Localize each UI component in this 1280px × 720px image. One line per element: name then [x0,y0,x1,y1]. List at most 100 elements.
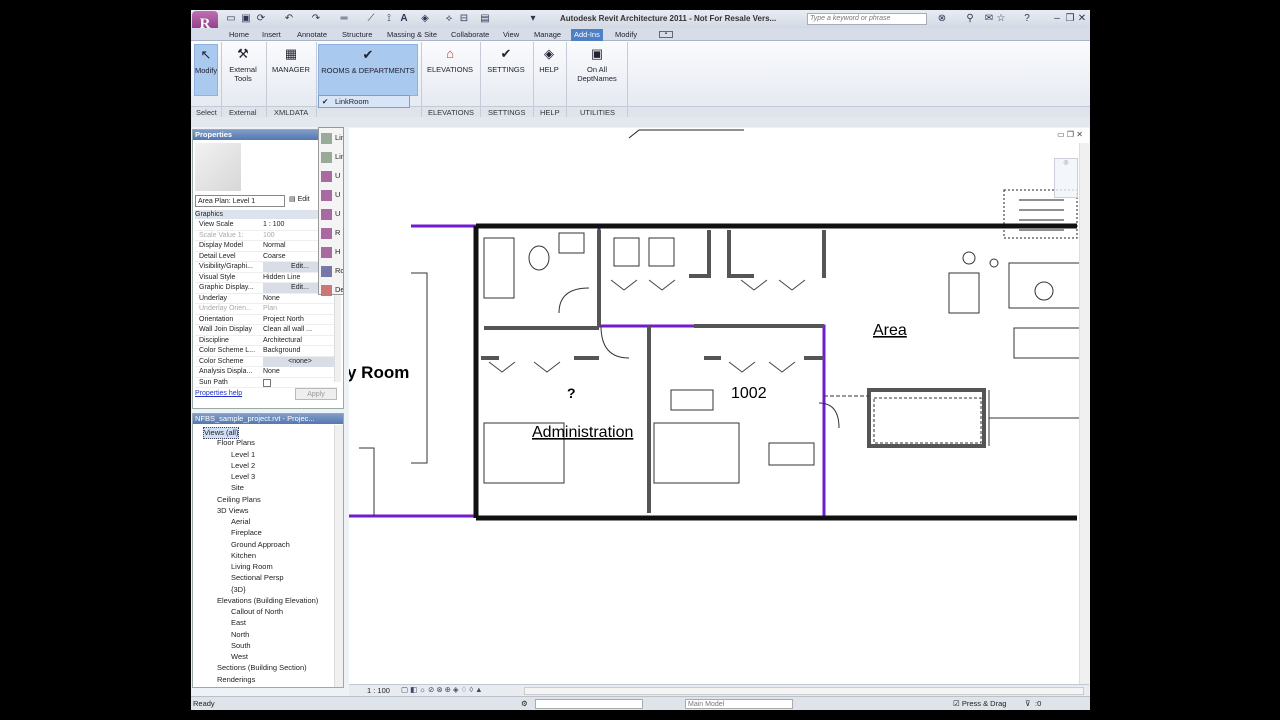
browser-view-item[interactable]: Callout of North [231,607,283,617]
property-value[interactable]: Clean all wall ... [263,325,337,335]
flyout-item[interactable]: U [319,204,343,223]
text-icon[interactable]: A [398,13,410,24]
panel-utilities[interactable]: UTILITIES [580,108,615,117]
search-input[interactable]: Type a keyword or phrase [807,13,927,25]
browser-view-item[interactable]: Living Room [231,562,273,572]
property-row[interactable]: Color Scheme <none> [195,356,338,367]
property-row[interactable]: Visual Style Hidden Line [195,273,338,283]
sync-icon[interactable]: ⟳ [255,13,267,24]
help-icon[interactable]: ? [1021,13,1033,24]
panel-external[interactable]: External [229,108,257,117]
settings-button[interactable]: ✔ SETTINGS [483,44,529,96]
browser-view-item[interactable]: East [231,618,246,628]
unknown-room-tag[interactable]: ? [567,385,576,401]
tab-view[interactable]: View [503,29,519,41]
area-tag[interactable]: Area [873,322,907,339]
qat-dropdown-icon[interactable]: ▾ [527,13,539,24]
switch-windows-icon[interactable]: ▤ [479,13,491,24]
property-row[interactable]: Detail Level Coarse [195,252,338,262]
tab-structure[interactable]: Structure [342,29,372,41]
property-row[interactable]: Display Model Normal [195,241,338,252]
browser-view-item[interactable]: Ground Approach [231,540,290,550]
redo-icon[interactable]: ↷ [310,13,322,24]
panel-xmldata[interactable]: XMLDATA [274,108,308,117]
dimension-icon[interactable]: ⟋ [365,13,377,24]
tag-icon[interactable]: ⟟ [383,13,395,24]
tab-insert[interactable]: Insert [262,29,281,41]
on-all-deptnames-button[interactable]: ▣ On All DeptNames [571,44,623,96]
browser-view-item[interactable]: North [231,630,249,640]
browser-view-item[interactable]: Level 3 [231,472,255,482]
browser-view-item[interactable]: Fireplace [231,528,262,538]
property-row[interactable]: Sun Path [195,378,338,388]
browser-scrollbar[interactable] [334,425,343,687]
property-value[interactable] [263,378,271,387]
browser-view-item[interactable]: Level 1 [231,450,255,460]
flyout-item[interactable]: H [319,242,343,261]
edit-type-button[interactable]: ▤ Edit [289,195,310,203]
property-row[interactable]: Visibility/Graphi... Edit... [195,262,338,273]
close-icon[interactable]: ✕ [1076,13,1088,24]
graphics-group-header[interactable]: Graphics [195,210,338,219]
browser-view-item[interactable]: {3D} [231,585,246,595]
panel-help[interactable]: HELP [540,108,560,117]
browser-view-item[interactable]: West [231,652,248,662]
room-number-tag[interactable]: 1002 [731,385,767,402]
subscription-icon[interactable]: ⚲ [964,13,976,24]
browser-view-item[interactable]: Level 2 [231,461,255,471]
flyout-item[interactable]: Ro [319,261,343,280]
flyout-item[interactable]: Lin [319,147,343,166]
property-row[interactable]: Underlay Orien... Plan [195,304,338,315]
browser-category-node[interactable]: Views (all) [203,427,240,439]
property-value[interactable]: Background [263,346,337,356]
elevations-button[interactable]: ⌂ ELEVATIONS [425,44,475,96]
open-icon[interactable]: ▭ [225,13,237,24]
property-row[interactable]: Analysis Displa... None [195,367,338,378]
minimize-ribbon-toggle[interactable]: ▪ [659,31,673,38]
property-row[interactable]: Wall Join Display Clean all wall ... [195,325,338,336]
property-row[interactable]: Discipline Architectural [195,336,338,346]
rooms-departments-button[interactable]: ✔ ROOMS & DEPARTMENTS [318,44,418,96]
property-value[interactable]: Plan [263,304,337,314]
browser-category-node[interactable]: 3D Views [217,506,249,516]
flyout-item[interactable]: Lin [319,128,343,147]
navigation-bar[interactable]: ◎ [1054,158,1078,198]
properties-help-link[interactable]: Properties help [195,390,242,397]
tab-massing-site[interactable]: Massing & Site [387,29,437,41]
panel-elevations[interactable]: ELEVATIONS [428,108,474,117]
design-option-field[interactable]: Main Model [685,699,793,709]
horizontal-scrollbar[interactable] [524,687,1084,695]
property-row[interactable]: View Scale 1 : 100 [195,220,338,231]
tab-modify[interactable]: Modify [615,29,637,41]
modify-button[interactable]: ↖ Modify [194,44,218,96]
section-icon[interactable]: ⟡ [443,13,455,24]
property-row[interactable]: Orientation Project North [195,315,338,325]
external-tools-button[interactable]: ⚒ External Tools [224,44,262,96]
floor-plan-drawing[interactable]: Area 1002 ? Administration y Room [349,128,1089,684]
apply-button[interactable]: Apply [295,388,337,400]
type-selector[interactable]: Area Plan: Level 1 [195,195,285,207]
drawing-canvas[interactable]: Area 1002 ? Administration y Room ▭ ❐ ✕ … [349,128,1089,684]
panel-select[interactable]: Select [196,108,217,117]
browser-category-node[interactable]: Floor Plans [217,438,255,448]
tab-home[interactable]: Home [229,29,249,41]
flyout-item[interactable]: De [319,280,343,299]
view-window-controls[interactable]: ▭ ❐ ✕ [1039,130,1083,140]
property-row[interactable]: Color Scheme L... Background [195,346,338,357]
property-row[interactable]: Graphic Display... Edit... [195,283,338,294]
vertical-scrollbar[interactable] [1079,143,1089,684]
browser-view-item[interactable]: Aerial [231,517,250,527]
property-row[interactable]: Underlay None [195,294,338,304]
browser-view-item[interactable]: Site [231,483,244,493]
property-value[interactable]: <none> [263,356,337,367]
browser-view-item[interactable]: South [231,641,251,651]
press-drag-checkbox[interactable]: ☑ Press & Drag [953,699,1006,708]
tab-annotate[interactable]: Annotate [297,29,327,41]
property-value[interactable]: Project North [263,315,337,325]
workset-field[interactable] [535,699,643,709]
save-icon[interactable]: ▣ [240,13,252,24]
browser-view-item[interactable]: Sectional Persp [231,573,284,583]
browser-category-node[interactable]: Sections (Building Section) [217,663,307,673]
linkroom-menu-item[interactable]: ✔ LinkRoom [318,95,410,108]
filter-icon[interactable]: ⊽ [1025,699,1031,708]
